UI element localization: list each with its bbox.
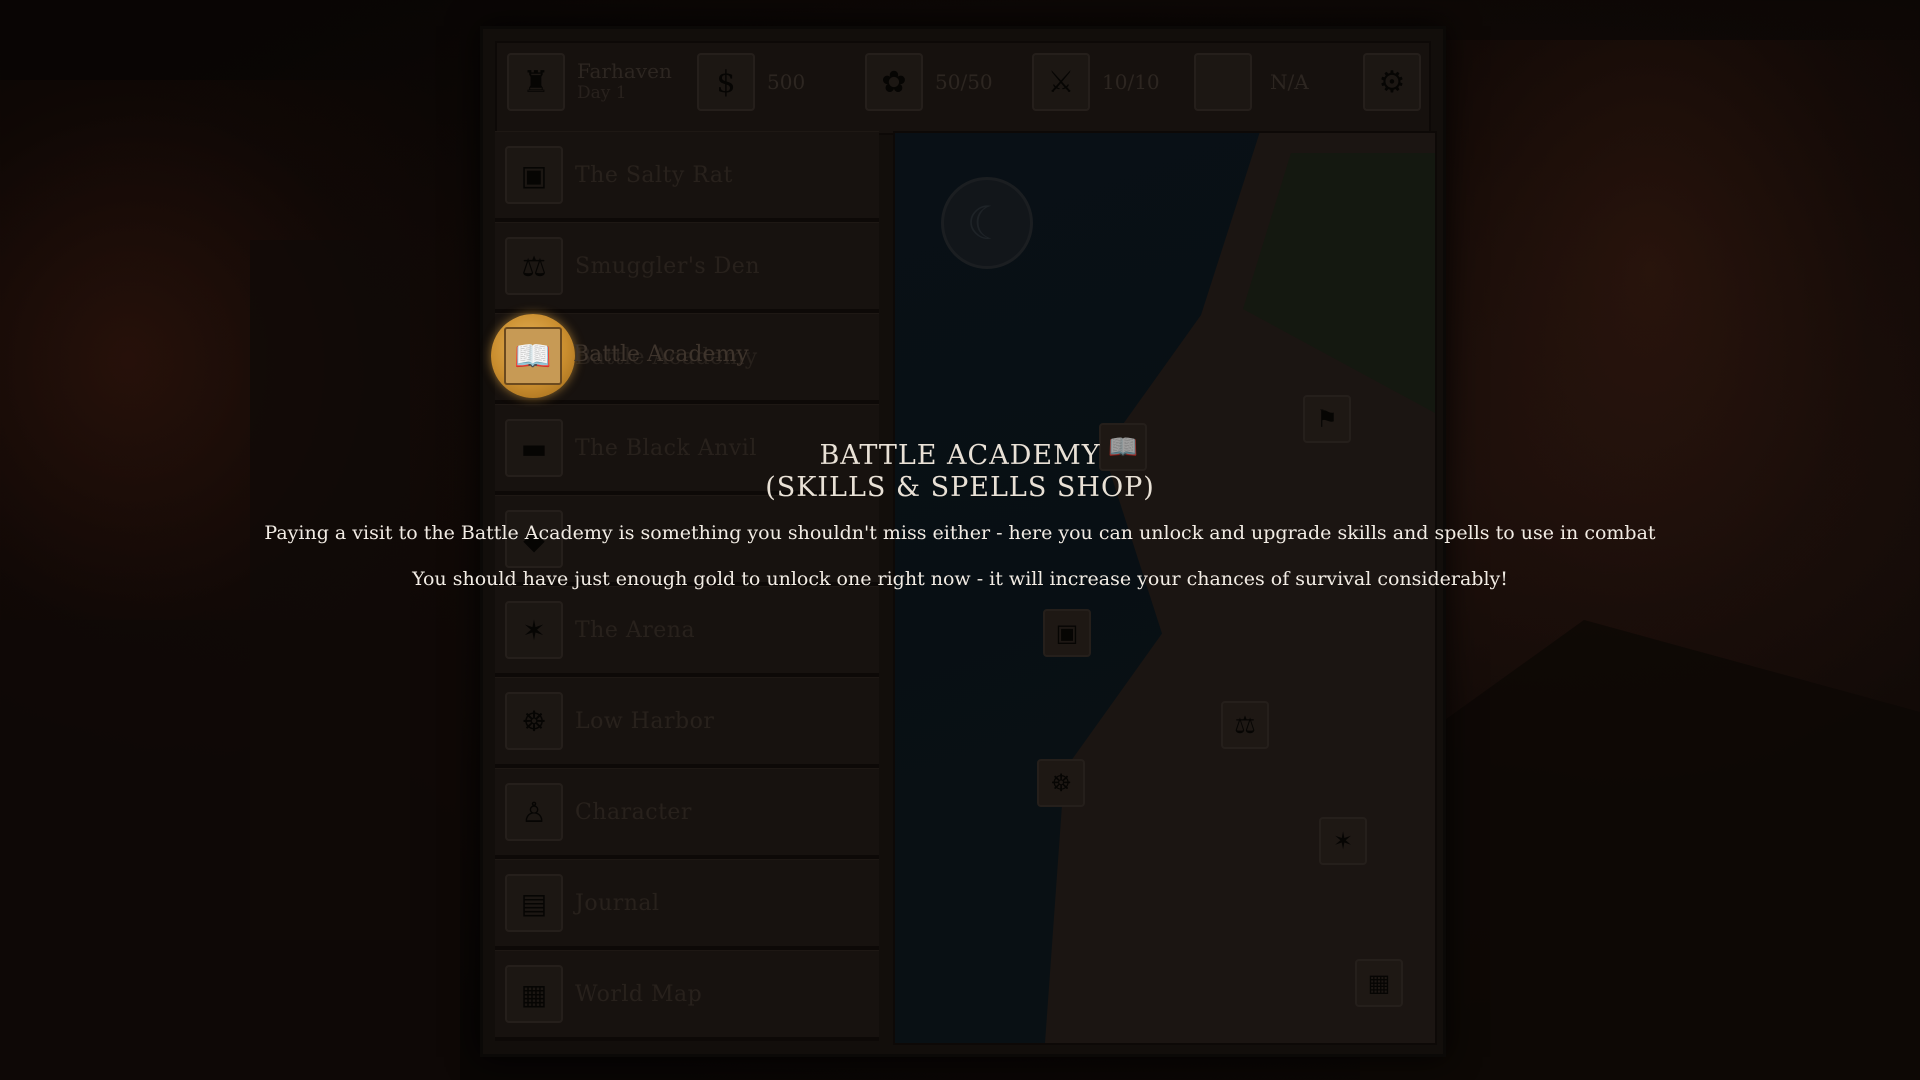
spellbook-icon: 📖 [504,327,562,385]
highlighted-battle-academy-label: Battle Academy [573,342,749,367]
tutorial-title-line1: BATTLE ACADEMY [819,440,1101,471]
tutorial-title-line2: (SKILLS & SPELLS SHOP) [765,472,1155,503]
tutorial-text-line2: You should have just enough gold to unlo… [412,568,1508,590]
highlighted-battle-academy[interactable]: 📖 [491,314,575,398]
tutorial-title: BATTLE ACADEMY (SKILLS & SPELLS SHOP) [0,440,1920,504]
tutorial-text-line1: Paying a visit to the Battle Academy is … [264,522,1656,544]
